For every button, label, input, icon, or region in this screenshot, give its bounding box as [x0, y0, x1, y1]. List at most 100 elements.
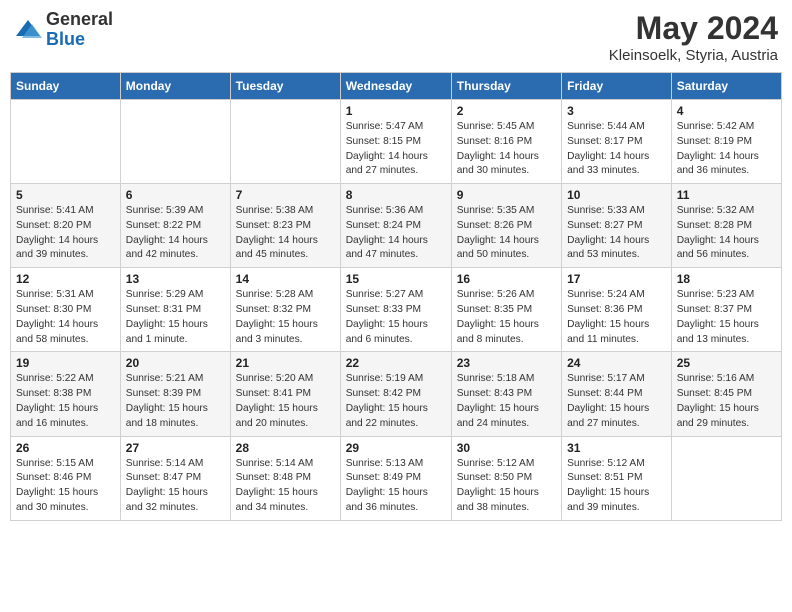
table-row	[120, 100, 230, 184]
table-row: 20 Sunrise: 5:21 AMSunset: 8:39 PMDaylig…	[120, 352, 230, 436]
table-row: 18 Sunrise: 5:23 AMSunset: 8:37 PMDaylig…	[671, 268, 781, 352]
day-number: 13	[126, 272, 225, 286]
table-row: 4 Sunrise: 5:42 AMSunset: 8:19 PMDayligh…	[671, 100, 781, 184]
day-number: 10	[567, 188, 666, 202]
day-info: Sunrise: 5:15 AMSunset: 8:46 PMDaylight:…	[16, 457, 115, 516]
weekday-header-row: Sunday Monday Tuesday Wednesday Thursday…	[11, 73, 782, 100]
calendar-table: Sunday Monday Tuesday Wednesday Thursday…	[10, 72, 782, 521]
day-number: 22	[346, 356, 446, 370]
day-info: Sunrise: 5:19 AMSunset: 8:42 PMDaylight:…	[346, 372, 446, 431]
day-info: Sunrise: 5:23 AMSunset: 8:37 PMDaylight:…	[677, 288, 776, 347]
table-row: 13 Sunrise: 5:29 AMSunset: 8:31 PMDaylig…	[120, 268, 230, 352]
day-info: Sunrise: 5:35 AMSunset: 8:26 PMDaylight:…	[457, 204, 556, 263]
day-number: 20	[126, 356, 225, 370]
day-number: 21	[236, 356, 335, 370]
table-row: 3 Sunrise: 5:44 AMSunset: 8:17 PMDayligh…	[562, 100, 672, 184]
table-row: 22 Sunrise: 5:19 AMSunset: 8:42 PMDaylig…	[340, 352, 451, 436]
day-number: 12	[16, 272, 115, 286]
day-number: 6	[126, 188, 225, 202]
calendar-title: May 2024	[609, 10, 778, 47]
table-row: 27 Sunrise: 5:14 AMSunset: 8:47 PMDaylig…	[120, 436, 230, 520]
table-row: 19 Sunrise: 5:22 AMSunset: 8:38 PMDaylig…	[11, 352, 121, 436]
header-thursday: Thursday	[451, 73, 561, 100]
calendar-week-3: 12 Sunrise: 5:31 AMSunset: 8:30 PMDaylig…	[11, 268, 782, 352]
day-number: 11	[677, 188, 776, 202]
table-row: 11 Sunrise: 5:32 AMSunset: 8:28 PMDaylig…	[671, 184, 781, 268]
table-row: 16 Sunrise: 5:26 AMSunset: 8:35 PMDaylig…	[451, 268, 561, 352]
day-number: 30	[457, 441, 556, 455]
day-number: 14	[236, 272, 335, 286]
day-number: 15	[346, 272, 446, 286]
table-row: 25 Sunrise: 5:16 AMSunset: 8:45 PMDaylig…	[671, 352, 781, 436]
table-row: 6 Sunrise: 5:39 AMSunset: 8:22 PMDayligh…	[120, 184, 230, 268]
page-header: General Blue May 2024 Kleinsoelk, Styria…	[10, 10, 782, 64]
table-row: 1 Sunrise: 5:47 AMSunset: 8:15 PMDayligh…	[340, 100, 451, 184]
day-number: 3	[567, 104, 666, 118]
table-row: 14 Sunrise: 5:28 AMSunset: 8:32 PMDaylig…	[230, 268, 340, 352]
day-info: Sunrise: 5:38 AMSunset: 8:23 PMDaylight:…	[236, 204, 335, 263]
day-info: Sunrise: 5:27 AMSunset: 8:33 PMDaylight:…	[346, 288, 446, 347]
day-info: Sunrise: 5:33 AMSunset: 8:27 PMDaylight:…	[567, 204, 666, 263]
day-info: Sunrise: 5:12 AMSunset: 8:50 PMDaylight:…	[457, 457, 556, 516]
table-row: 15 Sunrise: 5:27 AMSunset: 8:33 PMDaylig…	[340, 268, 451, 352]
table-row: 5 Sunrise: 5:41 AMSunset: 8:20 PMDayligh…	[11, 184, 121, 268]
table-row: 26 Sunrise: 5:15 AMSunset: 8:46 PMDaylig…	[11, 436, 121, 520]
logo-icon	[14, 16, 42, 44]
day-info: Sunrise: 5:12 AMSunset: 8:51 PMDaylight:…	[567, 457, 666, 516]
table-row: 17 Sunrise: 5:24 AMSunset: 8:36 PMDaylig…	[562, 268, 672, 352]
day-number: 16	[457, 272, 556, 286]
day-number: 23	[457, 356, 556, 370]
day-number: 4	[677, 104, 776, 118]
day-number: 31	[567, 441, 666, 455]
header-sunday: Sunday	[11, 73, 121, 100]
day-info: Sunrise: 5:26 AMSunset: 8:35 PMDaylight:…	[457, 288, 556, 347]
day-number: 24	[567, 356, 666, 370]
day-number: 18	[677, 272, 776, 286]
table-row: 8 Sunrise: 5:36 AMSunset: 8:24 PMDayligh…	[340, 184, 451, 268]
day-number: 28	[236, 441, 335, 455]
day-number: 2	[457, 104, 556, 118]
calendar-week-2: 5 Sunrise: 5:41 AMSunset: 8:20 PMDayligh…	[11, 184, 782, 268]
day-info: Sunrise: 5:14 AMSunset: 8:47 PMDaylight:…	[126, 457, 225, 516]
header-friday: Friday	[562, 73, 672, 100]
day-number: 7	[236, 188, 335, 202]
day-info: Sunrise: 5:28 AMSunset: 8:32 PMDaylight:…	[236, 288, 335, 347]
day-info: Sunrise: 5:16 AMSunset: 8:45 PMDaylight:…	[677, 372, 776, 431]
table-row: 10 Sunrise: 5:33 AMSunset: 8:27 PMDaylig…	[562, 184, 672, 268]
day-info: Sunrise: 5:44 AMSunset: 8:17 PMDaylight:…	[567, 120, 666, 179]
table-row: 28 Sunrise: 5:14 AMSunset: 8:48 PMDaylig…	[230, 436, 340, 520]
day-number: 1	[346, 104, 446, 118]
day-number: 8	[346, 188, 446, 202]
logo-text: General Blue	[46, 10, 113, 50]
day-info: Sunrise: 5:22 AMSunset: 8:38 PMDaylight:…	[16, 372, 115, 431]
table-row: 2 Sunrise: 5:45 AMSunset: 8:16 PMDayligh…	[451, 100, 561, 184]
day-number: 27	[126, 441, 225, 455]
day-info: Sunrise: 5:29 AMSunset: 8:31 PMDaylight:…	[126, 288, 225, 347]
day-info: Sunrise: 5:21 AMSunset: 8:39 PMDaylight:…	[126, 372, 225, 431]
header-saturday: Saturday	[671, 73, 781, 100]
day-info: Sunrise: 5:20 AMSunset: 8:41 PMDaylight:…	[236, 372, 335, 431]
calendar-week-1: 1 Sunrise: 5:47 AMSunset: 8:15 PMDayligh…	[11, 100, 782, 184]
day-info: Sunrise: 5:14 AMSunset: 8:48 PMDaylight:…	[236, 457, 335, 516]
logo: General Blue	[14, 10, 113, 50]
day-number: 29	[346, 441, 446, 455]
day-info: Sunrise: 5:42 AMSunset: 8:19 PMDaylight:…	[677, 120, 776, 179]
day-number: 9	[457, 188, 556, 202]
header-monday: Monday	[120, 73, 230, 100]
header-tuesday: Tuesday	[230, 73, 340, 100]
table-row: 7 Sunrise: 5:38 AMSunset: 8:23 PMDayligh…	[230, 184, 340, 268]
day-info: Sunrise: 5:36 AMSunset: 8:24 PMDaylight:…	[346, 204, 446, 263]
day-info: Sunrise: 5:41 AMSunset: 8:20 PMDaylight:…	[16, 204, 115, 263]
calendar-week-5: 26 Sunrise: 5:15 AMSunset: 8:46 PMDaylig…	[11, 436, 782, 520]
table-row: 24 Sunrise: 5:17 AMSunset: 8:44 PMDaylig…	[562, 352, 672, 436]
day-info: Sunrise: 5:39 AMSunset: 8:22 PMDaylight:…	[126, 204, 225, 263]
calendar-week-4: 19 Sunrise: 5:22 AMSunset: 8:38 PMDaylig…	[11, 352, 782, 436]
table-row: 12 Sunrise: 5:31 AMSunset: 8:30 PMDaylig…	[11, 268, 121, 352]
day-number: 26	[16, 441, 115, 455]
table-row: 29 Sunrise: 5:13 AMSunset: 8:49 PMDaylig…	[340, 436, 451, 520]
day-number: 25	[677, 356, 776, 370]
day-info: Sunrise: 5:45 AMSunset: 8:16 PMDaylight:…	[457, 120, 556, 179]
table-row	[11, 100, 121, 184]
table-row: 21 Sunrise: 5:20 AMSunset: 8:41 PMDaylig…	[230, 352, 340, 436]
day-info: Sunrise: 5:18 AMSunset: 8:43 PMDaylight:…	[457, 372, 556, 431]
